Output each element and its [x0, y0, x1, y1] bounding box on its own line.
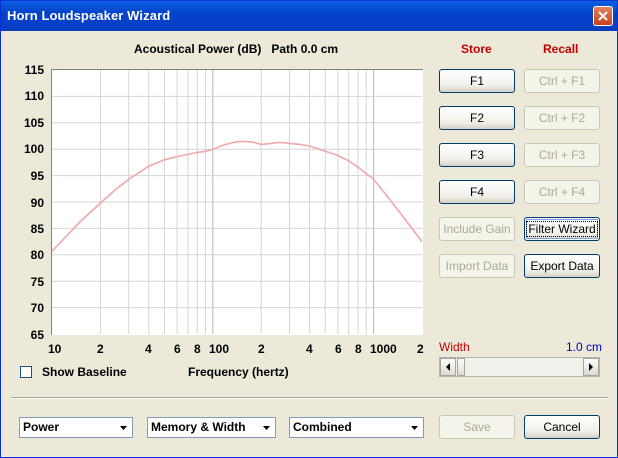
- x-tick: 2: [258, 342, 265, 356]
- view-select[interactable]: Memory & Width: [147, 417, 276, 438]
- x-tick: 1000: [370, 342, 397, 356]
- slider-left-button[interactable]: [440, 358, 456, 376]
- y-tick: 95: [30, 169, 44, 183]
- store-f1-button[interactable]: F1: [439, 69, 515, 93]
- x-tick: 2: [97, 342, 104, 356]
- separator: [11, 397, 608, 399]
- store-f2-button[interactable]: F2: [439, 106, 515, 130]
- arrow-left-icon: [446, 363, 450, 371]
- y-tick: 115: [24, 63, 44, 77]
- filter-wizard-label: Filter Wizard: [526, 221, 598, 237]
- wizard-window: Horn Loudspeaker Wizard Acoustical Power…: [0, 0, 618, 458]
- title-bar[interactable]: Horn Loudspeaker Wizard: [1, 1, 617, 31]
- y-tick: 80: [30, 248, 44, 262]
- export-data-button[interactable]: Export Data: [524, 254, 600, 278]
- plot-title: Acoustical Power (dB) Path 0.0 cm: [134, 42, 339, 56]
- chevron-down-icon: [263, 426, 270, 430]
- x-tick: 10: [48, 342, 62, 356]
- display-select-value: Combined: [293, 420, 352, 434]
- width-value: 1.0 cm: [566, 340, 603, 354]
- x-tick: 4: [145, 342, 152, 356]
- dropdown-arrow[interactable]: [407, 419, 422, 436]
- cancel-button[interactable]: Cancel: [524, 415, 600, 439]
- close-button[interactable]: [593, 6, 613, 26]
- y-tick: 85: [30, 222, 44, 236]
- x-tick: 8: [355, 342, 362, 356]
- arrow-right-icon: [589, 363, 593, 371]
- view-select-value: Memory & Width: [151, 420, 246, 434]
- display-select[interactable]: Combined: [289, 417, 424, 438]
- save-button[interactable]: Save: [439, 415, 515, 439]
- show-baseline-checkbox[interactable]: [20, 366, 32, 378]
- recall-ctrl-f4-button[interactable]: Ctrl + F4: [524, 180, 600, 204]
- recall-header: Recall: [543, 42, 579, 56]
- recall-ctrl-f3-button[interactable]: Ctrl + F3: [524, 143, 600, 167]
- dropdown-arrow[interactable]: [259, 419, 274, 436]
- x-tick: 8: [194, 342, 201, 356]
- slider-thumb[interactable]: [457, 358, 465, 376]
- y-tick: 70: [30, 301, 44, 315]
- plot-area: [51, 69, 423, 335]
- y-tick: 90: [30, 196, 44, 210]
- recall-ctrl-f2-button[interactable]: Ctrl + F2: [524, 106, 600, 130]
- store-header: Store: [461, 42, 492, 56]
- show-baseline-label[interactable]: Show Baseline: [42, 365, 127, 379]
- width-slider[interactable]: [439, 357, 600, 377]
- y-tick: 100: [23, 142, 44, 156]
- chevron-down-icon: [120, 426, 127, 430]
- mode-select-value: Power: [23, 420, 60, 434]
- include-gain-button[interactable]: Include Gain: [439, 217, 515, 241]
- recall-ctrl-f1-button[interactable]: Ctrl + F1: [524, 69, 600, 93]
- y-tick: 75: [30, 275, 44, 289]
- dropdown-arrow[interactable]: [116, 419, 131, 436]
- window-title: Horn Loudspeaker Wizard: [7, 8, 171, 23]
- frequency-response-chart: [51, 70, 423, 334]
- x-tick: 100: [209, 342, 230, 356]
- chevron-down-icon: [411, 426, 418, 430]
- x-tick: 6: [335, 342, 342, 356]
- x-tick: 4: [306, 342, 313, 356]
- width-label: Width: [439, 340, 470, 354]
- y-tick: 65: [30, 328, 44, 342]
- x-tick: 6: [174, 342, 181, 356]
- import-data-button[interactable]: Import Data: [439, 254, 515, 278]
- x-tick: 2: [417, 342, 424, 356]
- y-tick: 105: [23, 116, 44, 130]
- store-f3-button[interactable]: F3: [439, 143, 515, 167]
- slider-right-button[interactable]: [583, 358, 599, 376]
- close-icon: [598, 11, 608, 21]
- store-f4-button[interactable]: F4: [439, 180, 515, 204]
- mode-select[interactable]: Power: [19, 417, 133, 438]
- filter-wizard-button[interactable]: Filter Wizard: [524, 217, 600, 241]
- y-tick: 110: [24, 89, 44, 103]
- x-axis-label: Frequency (hertz): [188, 365, 289, 379]
